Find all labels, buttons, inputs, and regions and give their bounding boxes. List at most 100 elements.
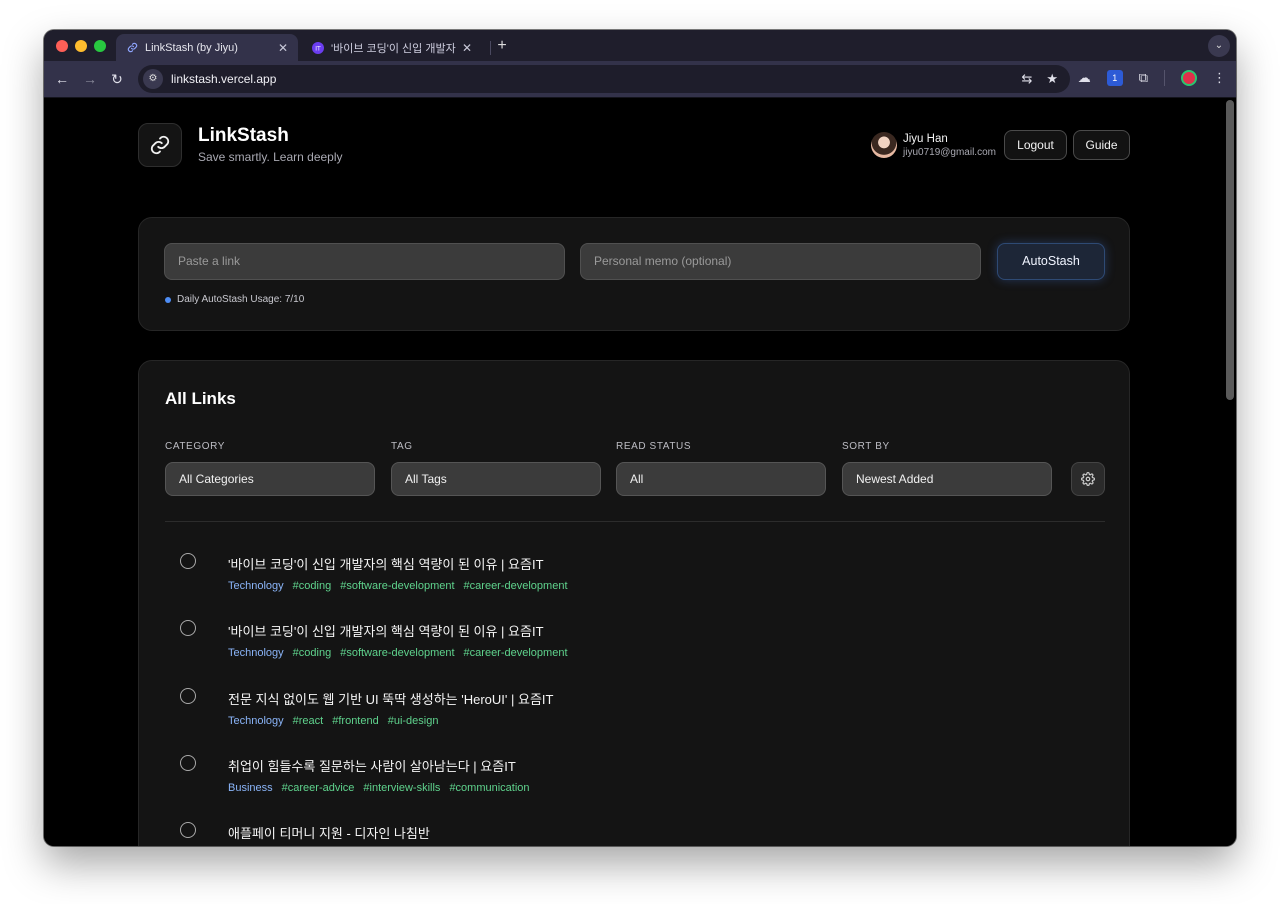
link-tag[interactable]: #software-development	[340, 647, 454, 659]
sort-by-select[interactable]: Newest Added	[842, 462, 1052, 496]
usage-indicator: Daily AutoStash Usage: 7/10	[165, 294, 304, 305]
read-status-radio[interactable]	[180, 553, 196, 569]
memo-input[interactable]: Personal memo (optional)	[580, 243, 981, 280]
app-logo	[138, 123, 182, 167]
app-subtitle: Save smartly. Learn deeply	[198, 150, 343, 164]
url-text[interactable]: linkstash.vercel.app	[171, 72, 1021, 86]
tag-filter-label: TAG	[391, 441, 413, 452]
link-tag[interactable]: #career-development	[464, 580, 568, 592]
read-status-filter-label: READ STATUS	[616, 441, 692, 452]
browser-menu-icon[interactable]: ⋮	[1213, 70, 1226, 86]
link-icon	[126, 42, 138, 54]
close-tab-icon[interactable]: ✕	[278, 41, 288, 55]
link-category[interactable]: Technology	[228, 715, 284, 727]
link-category[interactable]: Business	[228, 782, 273, 794]
forward-icon[interactable]: →	[81, 70, 99, 88]
tab-article[interactable]: IT '바이브 코딩'이 신입 개발자의 핵심 ✕	[302, 34, 482, 61]
bookmark-star-icon[interactable]: ★	[1046, 71, 1058, 87]
link-item[interactable]: 전문 지식 없이도 웹 기반 UI 뚝딱 생성하는 'HeroUI' | 요즘I…	[165, 688, 1095, 748]
page-scrollbar[interactable]	[1226, 100, 1234, 400]
read-status-radio[interactable]	[180, 620, 196, 636]
read-status-select[interactable]: All	[616, 462, 826, 496]
toolbar-separator	[1164, 70, 1165, 86]
link-item[interactable]: 애플페이 티머니 지원 - 디자인 나침반	[165, 822, 1095, 846]
sort-by-filter-label: SORT BY	[842, 441, 890, 452]
user-info: Jiyu Han jiyu0719@gmail.com	[871, 131, 996, 159]
link-tag[interactable]: #react	[293, 715, 324, 727]
link-tag[interactable]: #interview-skills	[363, 782, 440, 794]
link-meta: Technology #react #frontend #ui-design	[228, 715, 438, 727]
link-tag[interactable]: #frontend	[332, 715, 378, 727]
link-item[interactable]: '바이브 코딩'이 신입 개발자의 핵심 역량이 된 이유 | 요즘IT Tec…	[165, 553, 1095, 613]
maximize-window-button[interactable]	[94, 40, 106, 52]
page-content: LinkStash Save smartly. Learn deeply Jiy…	[44, 98, 1236, 846]
link-title[interactable]: 전문 지식 없이도 웹 기반 UI 뚝딱 생성하는 'HeroUI' | 요즘I…	[228, 689, 553, 708]
link-title[interactable]: '바이브 코딩'이 신입 개발자의 핵심 역량이 된 이유 | 요즘IT	[228, 554, 544, 573]
filters-divider	[165, 521, 1105, 522]
category-filter-label: CATEGORY	[165, 441, 225, 452]
browser-window: LinkStash (by Jiyu) ✕ IT '바이브 코딩'이 신입 개발…	[44, 30, 1236, 846]
extension-badge-icon[interactable]: 1	[1106, 70, 1123, 86]
reload-icon[interactable]: ↻	[108, 70, 126, 88]
new-tab-button[interactable]: +	[492, 35, 512, 57]
settings-button[interactable]	[1071, 462, 1105, 496]
link-meta: Technology #coding #software-development…	[228, 580, 568, 592]
gear-icon	[1081, 472, 1095, 486]
link-title[interactable]: 취업이 힘들수록 질문하는 사람이 살아남는다 | 요즘IT	[228, 756, 516, 775]
browser-toolbar: ← → ↻ ⚙ linkstash.vercel.app ⇆ ★ ☁ 1 ⧉ ⋮	[44, 61, 1236, 98]
autostash-button[interactable]: AutoStash	[997, 243, 1105, 280]
extensions-puzzle-icon[interactable]: ⧉	[1139, 70, 1148, 86]
site-favicon-icon: IT	[312, 41, 324, 54]
link-item[interactable]: '바이브 코딩'이 신입 개발자의 핵심 역량이 된 이유 | 요즘IT Tec…	[165, 620, 1095, 680]
link-category[interactable]: Technology	[228, 580, 284, 592]
translate-icon[interactable]: ⇆	[1021, 71, 1032, 87]
logout-button[interactable]: Logout	[1004, 130, 1067, 160]
address-bar[interactable]: ⚙ linkstash.vercel.app ⇆ ★	[138, 65, 1070, 93]
tab-title: '바이브 코딩'이 신입 개발자의 핵심	[331, 42, 456, 55]
window-controls	[56, 40, 106, 52]
link-tag[interactable]: #career-development	[464, 647, 568, 659]
links-card: All Links CATEGORY All Categories TAG Al…	[138, 360, 1130, 846]
read-status-radio[interactable]	[180, 688, 196, 704]
link-category[interactable]: Technology	[228, 647, 284, 659]
link-meta: Business #career-advice #interview-skill…	[228, 782, 530, 794]
read-status-radio[interactable]	[180, 822, 196, 838]
tab-linkstash[interactable]: LinkStash (by Jiyu) ✕	[116, 34, 298, 61]
user-avatar	[871, 132, 897, 158]
link-tag[interactable]: #software-development	[340, 580, 454, 592]
user-email: jiyu0719@gmail.com	[903, 146, 996, 158]
close-window-button[interactable]	[56, 40, 68, 52]
link-tag[interactable]: #ui-design	[388, 715, 439, 727]
usage-text: Daily AutoStash Usage: 7/10	[177, 294, 305, 305]
link-tag[interactable]: #coding	[293, 647, 332, 659]
user-name: Jiyu Han	[903, 132, 948, 145]
link-input[interactable]: Paste a link	[164, 243, 565, 280]
link-meta: Technology #coding #software-development…	[228, 647, 568, 659]
status-dot-icon	[165, 296, 171, 303]
minimize-window-button[interactable]	[75, 40, 87, 52]
site-settings-icon[interactable]: ⚙	[143, 69, 163, 89]
link-tag[interactable]: #coding	[293, 580, 332, 592]
close-tab-icon[interactable]: ✕	[462, 41, 472, 55]
tab-title: LinkStash (by Jiyu)	[145, 41, 238, 54]
profile-avatar-icon[interactable]	[1181, 70, 1197, 86]
app-title: LinkStash	[198, 125, 289, 146]
category-select[interactable]: All Categories	[165, 462, 375, 496]
app-header: LinkStash Save smartly. Learn deeply Jiy…	[138, 123, 1130, 167]
link-item[interactable]: 취업이 힘들수록 질문하는 사람이 살아남는다 | 요즘IT Business …	[165, 755, 1095, 815]
links-section-title: All Links	[165, 389, 236, 408]
link-title[interactable]: '바이브 코딩'이 신입 개발자의 핵심 역량이 된 이유 | 요즘IT	[228, 621, 544, 640]
back-icon[interactable]: ←	[53, 70, 71, 88]
link-logo-icon	[150, 135, 170, 155]
extension-cloud-icon[interactable]: ☁	[1078, 70, 1091, 86]
link-title[interactable]: 애플페이 티머니 지원 - 디자인 나침반	[228, 823, 430, 842]
read-status-radio[interactable]	[180, 755, 196, 771]
tab-strip: LinkStash (by Jiyu) ✕ IT '바이브 코딩'이 신입 개발…	[44, 30, 1236, 61]
tab-separator	[490, 41, 491, 55]
tag-select[interactable]: All Tags	[391, 462, 601, 496]
tab-search-button[interactable]: ⌄	[1208, 35, 1230, 57]
guide-button[interactable]: Guide	[1073, 130, 1130, 160]
link-tag[interactable]: #career-advice	[282, 782, 355, 794]
svg-text:IT: IT	[315, 45, 321, 52]
link-tag[interactable]: #communication	[449, 782, 529, 794]
